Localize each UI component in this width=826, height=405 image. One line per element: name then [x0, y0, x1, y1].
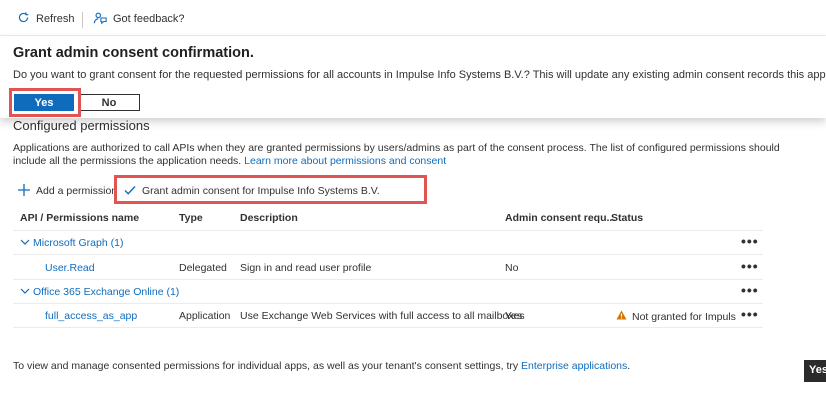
consent-title: Grant admin consent confirmation. — [13, 45, 254, 61]
chevron-down-icon — [20, 237, 30, 249]
consent-confirmation-panel: Grant admin consent confirmation. Do you… — [0, 36, 826, 118]
grant-consent-highlight-box — [114, 175, 427, 204]
feedback-button[interactable]: Got feedback? — [93, 10, 185, 28]
yes-highlight-box — [9, 88, 81, 117]
permissions-description: Applications are authorized to call APIs… — [13, 142, 813, 168]
permission-type: Delegated — [179, 262, 227, 274]
col-header-type[interactable]: Type — [179, 212, 203, 224]
more-options-icon[interactable]: ••• — [741, 306, 759, 322]
plus-icon — [18, 183, 30, 199]
col-header-admin-consent[interactable]: Admin consent requ... — [505, 212, 615, 224]
permission-type: Application — [179, 310, 231, 322]
footer-note: To view and manage consented permissions… — [13, 360, 630, 372]
admin-consent-required: Yes — [505, 310, 523, 322]
status-text: Not granted for Impulse... — [632, 310, 736, 323]
enterprise-applications-link[interactable]: Enterprise applications — [521, 360, 627, 372]
table-divider — [13, 230, 763, 231]
table-divider — [13, 303, 763, 304]
table-divider — [13, 279, 763, 280]
configured-permissions-heading: Configured permissions — [13, 118, 150, 133]
refresh-label: Refresh — [36, 13, 75, 25]
more-options-icon[interactable]: ••• — [741, 233, 759, 249]
permission-name-link[interactable]: User.Read — [45, 262, 95, 274]
add-permission-button[interactable]: Add a permission — [18, 183, 118, 199]
consent-message: Do you want to grant consent for the req… — [13, 69, 826, 81]
permission-description: Use Exchange Web Services with full acce… — [240, 310, 525, 322]
col-header-description[interactable]: Description — [240, 212, 298, 224]
group-name: Microsoft Graph (1) — [33, 237, 124, 249]
group-office365-exchange[interactable]: Office 365 Exchange Online (1) — [20, 286, 179, 298]
footer-end: . — [627, 360, 631, 372]
add-permission-label: Add a permission — [36, 185, 118, 197]
warning-icon — [616, 310, 627, 323]
feedback-icon — [93, 11, 107, 28]
no-button[interactable]: No — [78, 94, 140, 111]
permission-description: Sign in and read user profile — [240, 262, 372, 274]
status-cell: Not granted for Impulse... — [616, 310, 736, 323]
admin-consent-required: No — [505, 262, 519, 274]
group-microsoft-graph[interactable]: Microsoft Graph (1) — [20, 237, 123, 249]
refresh-button[interactable]: Refresh — [17, 10, 75, 28]
toolbar-divider — [82, 12, 83, 28]
corner-tooltip: Yes — [804, 360, 826, 382]
chevron-down-icon — [20, 286, 30, 298]
feedback-label: Got feedback? — [113, 13, 185, 25]
command-bar: Refresh Got feedback? — [0, 0, 826, 36]
table-divider — [13, 327, 763, 328]
learn-more-link[interactable]: Learn more about permissions and consent — [244, 155, 446, 167]
more-options-icon[interactable]: ••• — [741, 258, 759, 274]
refresh-icon — [17, 11, 30, 27]
col-header-api[interactable]: API / Permissions name — [20, 212, 139, 224]
permission-name-link[interactable]: full_access_as_app — [45, 310, 137, 322]
group-name: Office 365 Exchange Online (1) — [33, 286, 180, 298]
more-options-icon[interactable]: ••• — [741, 282, 759, 298]
table-divider — [13, 254, 763, 255]
col-header-status[interactable]: Status — [611, 212, 643, 224]
footer-text: To view and manage consented permissions… — [13, 360, 519, 372]
